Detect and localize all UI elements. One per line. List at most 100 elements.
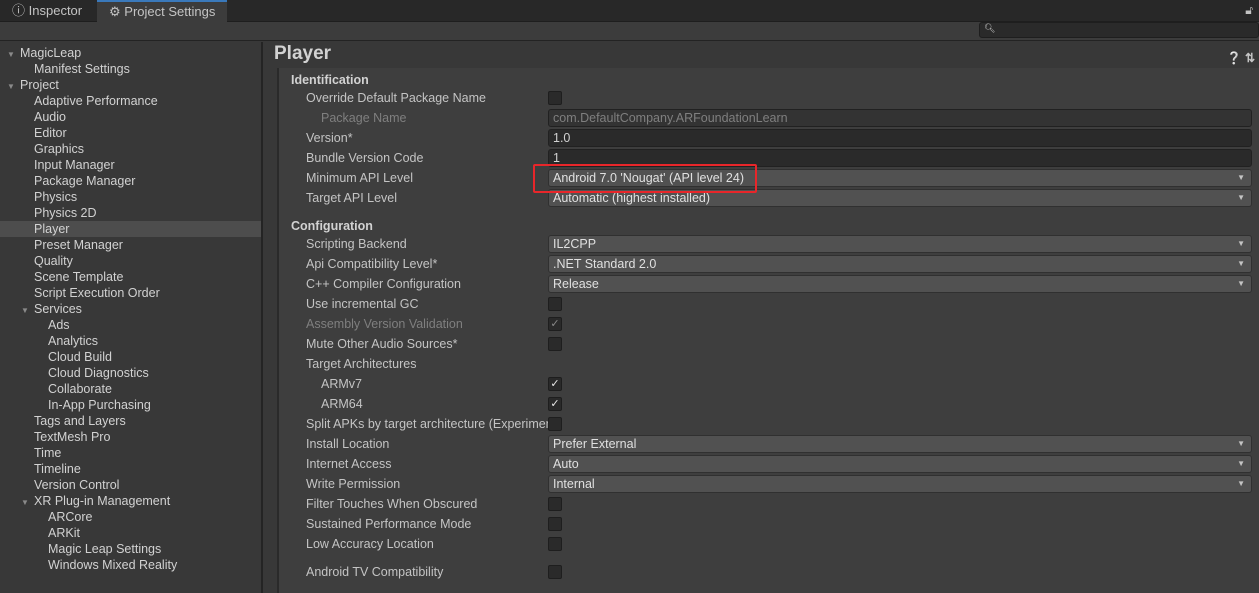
sidebar-item[interactable]: Analytics bbox=[0, 333, 261, 349]
sidebar-item[interactable]: Version Control bbox=[0, 477, 261, 493]
setting-row: Android TV Compatibility bbox=[279, 562, 1259, 582]
setting-label: Use incremental GC bbox=[306, 297, 419, 311]
sidebar-item[interactable]: Tags and Layers bbox=[0, 413, 261, 429]
setting-checkbox[interactable] bbox=[548, 565, 562, 579]
setting-checkbox[interactable]: ✓ bbox=[548, 377, 562, 391]
search-input[interactable]: 🔍︎ bbox=[979, 22, 1259, 38]
setting-dropdown[interactable]: Auto bbox=[548, 455, 1252, 473]
tab-project-settings[interactable]: ⚙ Project Settings bbox=[97, 0, 227, 22]
sidebar-item[interactable]: Physics bbox=[0, 189, 261, 205]
sidebar-item[interactable]: ▼ Project bbox=[0, 77, 261, 93]
sidebar-item[interactable]: Ads bbox=[0, 317, 261, 333]
setting-row: Scripting Backend IL2CPP bbox=[279, 234, 1259, 254]
setting-checkbox[interactable] bbox=[548, 297, 562, 311]
sidebar-item[interactable]: Timeline bbox=[0, 461, 261, 477]
setting-dropdown[interactable]: Release bbox=[548, 275, 1252, 293]
setting-row: C++ Compiler Configuration Release bbox=[279, 274, 1259, 294]
sidebar-item[interactable]: Collaborate bbox=[0, 381, 261, 397]
setting-checkbox[interactable] bbox=[548, 417, 562, 431]
gear-icon: ⚙ bbox=[109, 4, 121, 19]
sidebar-item-label: Project bbox=[20, 78, 59, 92]
sidebar-item[interactable]: Preset Manager bbox=[0, 237, 261, 253]
sidebar-item-label: Physics bbox=[34, 190, 78, 204]
sidebar-item[interactable]: Windows Mixed Reality bbox=[0, 557, 261, 573]
setting-checkbox[interactable] bbox=[548, 517, 562, 531]
sidebar-item-label: TextMesh Pro bbox=[34, 430, 111, 444]
sidebar-item-label: Physics 2D bbox=[34, 206, 97, 220]
sidebar-item-label: Time bbox=[34, 446, 62, 460]
lock-icon[interactable]: 🔓︎ bbox=[1245, 3, 1253, 18]
sidebar-item[interactable]: Player bbox=[0, 221, 261, 237]
sidebar-item[interactable]: Manifest Settings bbox=[0, 61, 261, 77]
sidebar-item[interactable]: Quality bbox=[0, 253, 261, 269]
sidebar-item[interactable]: ▼ XR Plug-in Management bbox=[0, 493, 261, 509]
setting-row: Write Permission Internal bbox=[279, 474, 1259, 494]
setting-label: Package Name bbox=[321, 111, 407, 125]
sidebar-item-label: Version Control bbox=[34, 478, 120, 492]
setting-row: Minimum API Level Android 7.0 'Nougat' (A… bbox=[279, 168, 1259, 188]
sidebar-item[interactable]: Scene Template bbox=[0, 269, 261, 285]
setting-label: ARM64 bbox=[321, 397, 363, 411]
highlight-box bbox=[533, 164, 757, 193]
sidebar-item-label: Script Execution Order bbox=[34, 286, 160, 300]
setting-label: C++ Compiler Configuration bbox=[306, 277, 461, 291]
sidebar-item[interactable]: TextMesh Pro bbox=[0, 429, 261, 445]
setting-checkbox[interactable] bbox=[548, 497, 562, 511]
sidebar-item[interactable]: Package Manager bbox=[0, 173, 261, 189]
sidebar-item-label: Adaptive Performance bbox=[34, 94, 158, 108]
sidebar-item-label: Collaborate bbox=[48, 382, 112, 396]
sidebar-item[interactable]: Cloud Build bbox=[0, 349, 261, 365]
setting-row: Target Architectures bbox=[279, 354, 1259, 374]
setting-label: Bundle Version Code bbox=[306, 151, 424, 165]
page-title: Player bbox=[274, 43, 332, 64]
setting-row: Low Accuracy Location bbox=[279, 534, 1259, 554]
setting-text-field[interactable]: 1.0 bbox=[548, 129, 1252, 147]
sidebar-item[interactable]: ▼ MagicLeap bbox=[0, 45, 261, 61]
setting-dropdown[interactable]: Internal bbox=[548, 475, 1252, 493]
sidebar-item-label: Cloud Build bbox=[48, 350, 112, 364]
setting-row: Assembly Version Validation ✓ bbox=[279, 314, 1259, 334]
setting-dropdown[interactable]: IL2CPP bbox=[548, 235, 1252, 253]
setting-checkbox[interactable] bbox=[548, 337, 562, 351]
sidebar-item-label: Package Manager bbox=[34, 174, 136, 188]
sidebar-item[interactable]: ▼ Services bbox=[0, 301, 261, 317]
sidebar-item[interactable]: Audio bbox=[0, 109, 261, 125]
sidebar-item[interactable]: Script Execution Order bbox=[0, 285, 261, 301]
sidebar-item-label: ARKit bbox=[48, 526, 80, 540]
help-icon[interactable]: ❔ bbox=[1227, 51, 1242, 65]
sidebar-item-label: Analytics bbox=[48, 334, 99, 348]
setting-label: Version* bbox=[306, 131, 353, 145]
sidebar-item[interactable]: Adaptive Performance bbox=[0, 93, 261, 109]
sidebar-item-label: Scene Template bbox=[34, 270, 124, 284]
sidebar-item[interactable]: ARCore bbox=[0, 509, 261, 525]
preset-settings-icon[interactable]: ⇅ bbox=[1245, 51, 1255, 65]
sidebar-item[interactable]: Editor bbox=[0, 125, 261, 141]
setting-row: ARM64 ✓ bbox=[279, 394, 1259, 414]
sidebar-item-label: Windows Mixed Reality bbox=[48, 558, 178, 572]
sidebar-item[interactable]: Input Manager bbox=[0, 157, 261, 173]
sidebar-item-label: Preset Manager bbox=[34, 238, 123, 252]
settings-panel: Player ❔ ⇅ Identification Override Defaul… bbox=[265, 42, 1259, 593]
setting-checkbox[interactable] bbox=[548, 537, 562, 551]
sidebar-item[interactable]: Physics 2D bbox=[0, 205, 261, 221]
sidebar-item-label: Cloud Diagnostics bbox=[48, 366, 149, 380]
setting-row: Internet Access Auto bbox=[279, 454, 1259, 474]
sidebar-item-label: Services bbox=[34, 302, 82, 316]
setting-dropdown[interactable]: Prefer External bbox=[548, 435, 1252, 453]
setting-dropdown[interactable]: .NET Standard 2.0 bbox=[548, 255, 1252, 273]
sidebar-item[interactable]: Magic Leap Settings bbox=[0, 541, 261, 557]
sidebar-item[interactable]: Cloud Diagnostics bbox=[0, 365, 261, 381]
setting-label: ARMv7 bbox=[321, 377, 362, 391]
sidebar-item[interactable]: Graphics bbox=[0, 141, 261, 157]
setting-checkbox[interactable]: ✓ bbox=[548, 397, 562, 411]
setting-label: Write Permission bbox=[306, 477, 401, 491]
tab-bar: ⓘ Inspector ⚙ Project Settings 🔓︎ bbox=[0, 0, 1259, 22]
setting-checkbox[interactable] bbox=[548, 91, 562, 105]
sidebar-item[interactable]: In-App Purchasing bbox=[0, 397, 261, 413]
sidebar-item[interactable]: Time bbox=[0, 445, 261, 461]
setting-row: Version* 1.0 bbox=[279, 128, 1259, 148]
sidebar-item-label: Tags and Layers bbox=[34, 414, 126, 428]
toolbar: 🔍︎ bbox=[0, 22, 1259, 41]
tab-inspector[interactable]: ⓘ Inspector bbox=[0, 0, 96, 22]
sidebar-item[interactable]: ARKit bbox=[0, 525, 261, 541]
